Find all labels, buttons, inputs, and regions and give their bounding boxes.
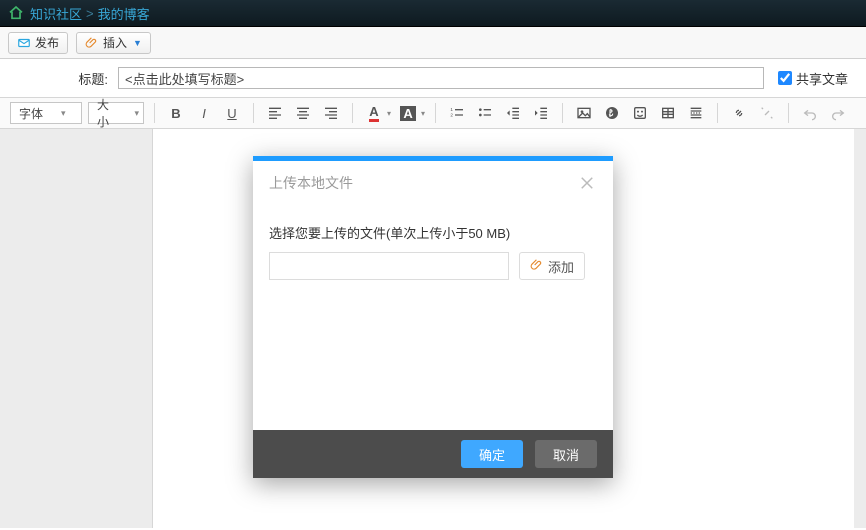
table-button[interactable] xyxy=(657,102,679,124)
file-path-input[interactable] xyxy=(269,252,509,280)
dialog-header: 上传本地文件 xyxy=(253,161,613,203)
toolbar-separator xyxy=(154,103,155,123)
toolbar-separator xyxy=(788,103,789,123)
page-break-button[interactable] xyxy=(685,102,707,124)
svg-text:2: 2 xyxy=(450,112,453,117)
ok-button[interactable]: 确定 xyxy=(461,440,523,468)
cancel-button[interactable]: 取消 xyxy=(535,440,597,468)
link-button[interactable] xyxy=(728,102,750,124)
italic-button[interactable]: I xyxy=(193,102,215,124)
unordered-list-button[interactable] xyxy=(474,102,496,124)
image-button[interactable] xyxy=(573,102,595,124)
mail-icon xyxy=(17,36,31,50)
underline-button[interactable]: U xyxy=(221,102,243,124)
flash-button[interactable] xyxy=(601,102,623,124)
align-center-button[interactable] xyxy=(292,102,314,124)
publish-button[interactable]: 发布 xyxy=(8,32,68,54)
title-label: 标题: xyxy=(0,69,112,88)
dialog-footer: 确定 取消 xyxy=(253,430,613,478)
chevron-down-icon[interactable]: ▾ xyxy=(421,109,425,118)
svg-text:1: 1 xyxy=(450,107,453,112)
breadcrumb-bar: 知识社区 > 我的博客 xyxy=(0,0,866,27)
upload-dialog: 上传本地文件 选择您要上传的文件(单次上传小于50 MB) 添加 确定 取消 xyxy=(253,156,613,478)
dialog-body: 选择您要上传的文件(单次上传小于50 MB) 添加 xyxy=(253,203,613,430)
breadcrumb-separator: > xyxy=(86,6,94,21)
background-color-button[interactable]: A xyxy=(397,102,419,124)
align-left-button[interactable] xyxy=(264,102,286,124)
toolbar-separator xyxy=(435,103,436,123)
attachment-icon xyxy=(530,258,544,275)
add-file-label: 添加 xyxy=(548,257,574,276)
font-size-label: 大小 xyxy=(97,96,116,130)
insert-button[interactable]: 插入 ▼ xyxy=(76,32,151,54)
font-size-combo[interactable]: 大小 ▾ xyxy=(88,102,144,124)
font-family-combo[interactable]: 字体 ▾ xyxy=(10,102,82,124)
dialog-title: 上传本地文件 xyxy=(269,173,353,193)
dropdown-caret-icon: ▼ xyxy=(133,38,142,48)
bold-button[interactable]: B xyxy=(165,102,187,124)
chevron-down-icon: ▾ xyxy=(134,108,139,119)
toolbar-separator xyxy=(562,103,563,123)
font-family-label: 字体 xyxy=(19,105,43,122)
editor-toolbar: 字体 ▾ 大小 ▾ B I U A ▾ A ▾ 12 xyxy=(0,97,866,129)
title-input[interactable] xyxy=(118,67,764,89)
editor-gutter-right xyxy=(854,129,866,528)
share-checkbox[interactable] xyxy=(778,71,792,85)
add-file-button[interactable]: 添加 xyxy=(519,252,585,280)
toolbar-separator xyxy=(717,103,718,123)
upload-hint: 选择您要上传的文件(单次上传小于50 MB) xyxy=(269,223,597,242)
indent-button[interactable] xyxy=(530,102,552,124)
undo-button[interactable] xyxy=(799,102,821,124)
publish-label: 发布 xyxy=(35,34,59,51)
toolbar-separator xyxy=(352,103,353,123)
chevron-down-icon[interactable]: ▾ xyxy=(387,109,391,118)
chevron-down-icon: ▾ xyxy=(61,108,66,119)
home-icon xyxy=(8,5,24,21)
breadcrumb-level2[interactable]: 我的博客 xyxy=(98,4,150,23)
share-toggle[interactable]: 共享文章 xyxy=(770,69,856,88)
attachment-icon xyxy=(85,36,99,50)
breadcrumb-level1[interactable]: 知识社区 xyxy=(30,4,82,23)
outdent-button[interactable] xyxy=(502,102,524,124)
smiley-button[interactable] xyxy=(629,102,651,124)
unlink-button[interactable] xyxy=(756,102,778,124)
toolbar-separator xyxy=(253,103,254,123)
align-right-button[interactable] xyxy=(320,102,342,124)
share-label: 共享文章 xyxy=(796,69,848,88)
redo-button[interactable] xyxy=(827,102,849,124)
close-icon[interactable] xyxy=(577,173,597,193)
title-row: 标题: 共享文章 xyxy=(0,59,866,97)
insert-label: 插入 xyxy=(103,34,127,51)
ordered-list-button[interactable]: 12 xyxy=(446,102,468,124)
editor-gutter-left xyxy=(0,129,152,528)
font-color-button[interactable]: A xyxy=(363,102,385,124)
action-toolbar: 发布 插入 ▼ xyxy=(0,27,866,59)
